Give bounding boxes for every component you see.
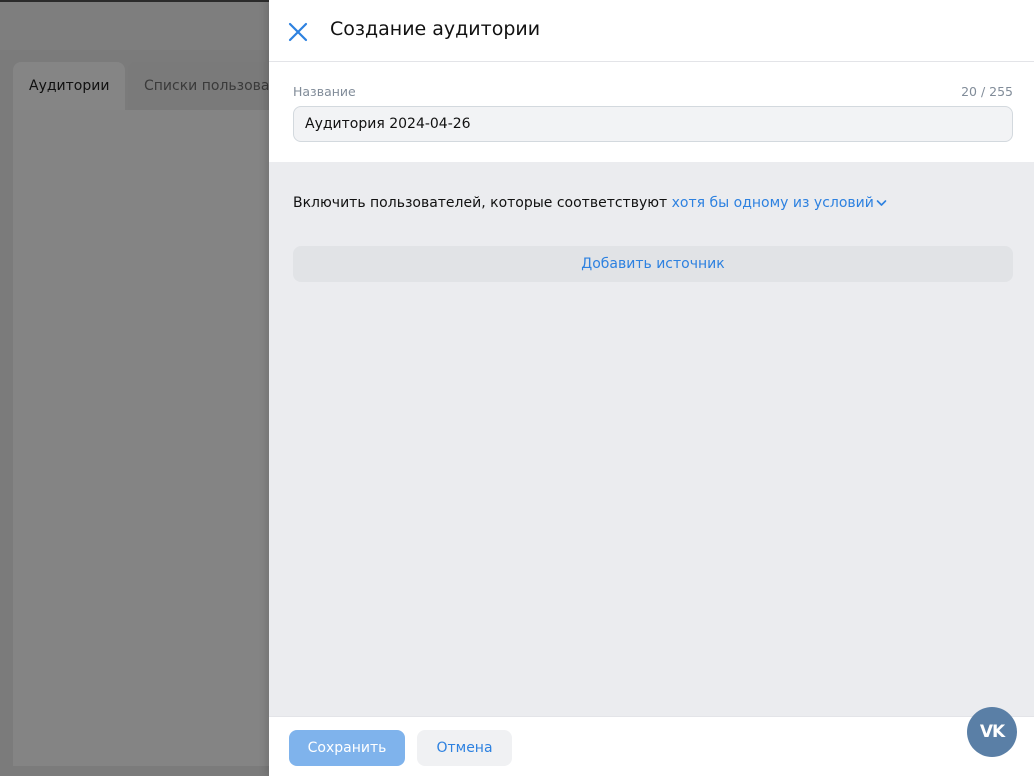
condition-selected: хотя бы одному из условий: [671, 195, 874, 211]
chevron-down-icon: [876, 195, 887, 211]
panel-header: Создание аудитории: [269, 0, 1034, 62]
name-char-counter: 20 / 255: [961, 84, 1013, 99]
panel-footer: Сохранить Отмена: [269, 716, 1034, 776]
create-audience-panel: Создание аудитории Название 20 / 255 Вкл…: [269, 0, 1034, 776]
save-button[interactable]: Сохранить: [289, 730, 405, 766]
page-title: Создание аудитории: [330, 18, 541, 40]
background-content-panel: [13, 110, 313, 766]
condition-dropdown[interactable]: хотя бы одному из условий: [672, 195, 887, 211]
cancel-button[interactable]: Отмена: [417, 730, 512, 766]
name-field-label: Название: [293, 84, 356, 99]
add-source-button[interactable]: Добавить источник: [293, 246, 1013, 282]
app-root: Аудитории Списки пользоват Создание ауди…: [0, 0, 1034, 776]
vk-logo-icon: VK: [979, 722, 1005, 742]
condition-line: Включить пользователей, которые соответс…: [293, 195, 887, 211]
tab-audiences[interactable]: Аудитории: [13, 62, 126, 110]
audience-name-input[interactable]: [293, 106, 1013, 142]
name-section: Название 20 / 255: [269, 62, 1034, 162]
close-icon[interactable]: [287, 21, 309, 43]
condition-prefix: Включить пользователей, которые соответс…: [293, 195, 668, 211]
vk-chat-button[interactable]: VK: [967, 707, 1017, 757]
